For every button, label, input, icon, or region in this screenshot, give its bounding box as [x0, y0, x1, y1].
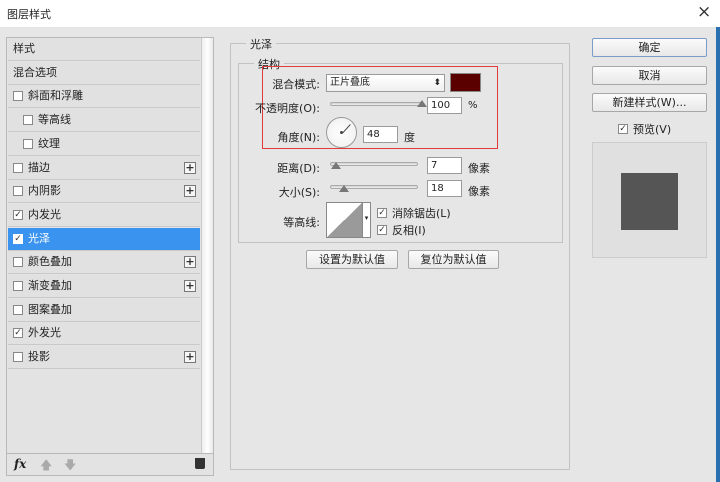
distance-slider-thumb[interactable] — [330, 162, 341, 169]
plus-icon[interactable]: + — [184, 161, 196, 174]
sidebar-item[interactable]: 投影 + — [8, 346, 200, 370]
contour-dropdown-icon[interactable]: ▾ — [363, 202, 371, 238]
sidebar-item-label: 样式 — [13, 42, 35, 55]
checkbox-icon: ✓ — [377, 225, 387, 235]
sidebar-item[interactable]: 渐变叠加 + — [8, 275, 200, 298]
checkbox-icon[interactable]: ✓ — [13, 233, 23, 244]
checkbox-icon[interactable] — [23, 115, 33, 126]
plus-icon[interactable]: + — [184, 185, 196, 198]
sidebar-item[interactable]: 样式 — [8, 38, 200, 61]
sidebar-item[interactable]: 内阴影 + — [8, 180, 200, 204]
opacity-label: 不透明度(O): — [255, 102, 320, 115]
sidebar-item-label: 内阴影 — [28, 184, 61, 198]
checkbox-icon[interactable] — [13, 162, 23, 173]
preview-box — [592, 142, 707, 258]
sidebar-item-label: 等高线 — [38, 113, 71, 127]
distance-input[interactable]: 7 — [427, 157, 462, 174]
angle-input[interactable]: 48 — [363, 126, 398, 143]
angle-label: 角度(N): — [277, 131, 320, 144]
angle-dial[interactable] — [326, 117, 357, 148]
blend-mode-label: 混合模式: — [272, 78, 320, 91]
checkbox-icon: ✓ — [618, 124, 628, 134]
size-label: 大小(S): — [278, 186, 320, 199]
style-list: 样式混合选项斜面和浮雕等高线纹理描边 + 内阴影 + ✓ 内发光 ✓ 光泽颜色叠加 + 渐变叠加 +… — [6, 37, 214, 476]
contour-picker[interactable] — [326, 202, 363, 238]
sidebar-item-label: 内发光 — [28, 207, 61, 221]
checkbox-icon[interactable] — [13, 186, 23, 197]
checkbox-icon[interactable] — [13, 281, 23, 291]
checkbox-icon[interactable] — [23, 138, 33, 149]
sidebar-item[interactable]: 纹理 — [8, 132, 200, 156]
opacity-unit: % — [468, 100, 478, 111]
angle-unit: 度 — [404, 131, 415, 144]
ok-button[interactable]: 确定 — [592, 38, 707, 57]
sidebar-item-label: 描边 — [28, 160, 50, 174]
sidebar-item-label: 颜色叠加 — [28, 255, 72, 269]
cancel-button[interactable]: 取消 — [592, 66, 707, 85]
sidebar-item-label: 光泽 — [28, 231, 50, 245]
distance-unit: 像素 — [468, 162, 490, 175]
preview-label: 预览(V) — [633, 123, 672, 136]
set-default-button[interactable]: 设置为默认值 — [306, 250, 398, 269]
size-unit: 像素 — [468, 185, 490, 198]
distance-slider[interactable] — [330, 162, 418, 166]
move-down-icon[interactable]: 🡇 — [64, 456, 76, 477]
fx-icon[interactable]: fx — [14, 457, 26, 471]
checkbox-icon[interactable] — [13, 257, 23, 268]
sidebar-item[interactable]: 斜面和浮雕 — [8, 85, 200, 109]
sidebar-item[interactable]: 描边 + — [8, 156, 200, 180]
preview-checkbox[interactable]: ✓ 预览(V) — [618, 121, 671, 137]
move-up-icon[interactable]: 🡅 — [40, 456, 52, 477]
list-toolbar: fx 🡅 🡇 — [7, 453, 213, 475]
close-icon[interactable]: × — [697, 2, 711, 22]
opacity-slider-thumb[interactable] — [417, 100, 427, 107]
checkbox-icon: ✓ — [377, 208, 387, 218]
sidebar-item-label: 外发光 — [28, 326, 61, 340]
title-bar: 图层样式 × — [0, 0, 720, 27]
checkbox-icon[interactable]: ✓ — [13, 209, 23, 220]
sidebar-item[interactable]: 图案叠加 — [8, 298, 200, 322]
sidebar-item[interactable]: 混合选项 — [8, 61, 200, 85]
anti-alias-label: 消除锯齿(L) — [392, 207, 451, 220]
plus-icon[interactable]: + — [184, 256, 196, 269]
invert-checkbox[interactable]: ✓ 反相(I) — [377, 222, 426, 238]
distance-label: 距离(D): — [277, 162, 320, 175]
scrollbar[interactable] — [201, 38, 213, 453]
size-input[interactable]: 18 — [427, 180, 462, 197]
sidebar-item-label: 混合选项 — [13, 65, 57, 79]
sidebar-item-label: 渐变叠加 — [28, 279, 72, 292]
anti-alias-checkbox[interactable]: ✓ 消除锯齿(L) — [377, 205, 451, 221]
checkbox-icon[interactable]: ✓ — [13, 328, 23, 339]
sidebar-item[interactable]: ✓ 外发光 — [8, 322, 200, 346]
group-title: 光泽 — [246, 36, 276, 52]
plus-icon[interactable]: + — [184, 351, 196, 364]
sidebar-item-label: 斜面和浮雕 — [28, 89, 83, 103]
checkbox-icon[interactable] — [13, 304, 23, 315]
new-style-button[interactable]: 新建样式(W)... — [592, 93, 707, 112]
opacity-slider[interactable] — [330, 102, 422, 106]
invert-label: 反相(I) — [392, 224, 426, 237]
size-slider-thumb[interactable] — [339, 185, 350, 192]
window-edge — [716, 27, 720, 482]
color-swatch[interactable] — [450, 73, 481, 92]
sidebar-item-label: 图案叠加 — [28, 302, 72, 316]
checkbox-icon[interactable] — [13, 91, 23, 102]
trash-icon[interactable] — [195, 458, 205, 469]
sidebar-item-label: 纹理 — [38, 136, 60, 150]
window-title: 图层样式 — [7, 8, 51, 21]
contour-label: 等高线: — [283, 216, 320, 229]
blend-mode-value: 正片叠底 — [330, 77, 370, 88]
updown-icon: ⬍ — [433, 78, 441, 88]
reset-default-button[interactable]: 复位为默认值 — [408, 250, 499, 269]
sidebar-item[interactable]: ✓ 内发光 — [8, 203, 200, 227]
sidebar-item[interactable]: ✓ 光泽 — [8, 227, 200, 251]
preview-thumbnail — [621, 173, 678, 230]
opacity-input[interactable]: 100 — [427, 97, 462, 114]
checkbox-icon[interactable] — [13, 352, 23, 363]
sidebar-item[interactable]: 颜色叠加 + — [8, 251, 200, 275]
sidebar-item[interactable]: 等高线 — [8, 109, 200, 133]
plus-icon[interactable]: + — [184, 280, 196, 292]
blend-mode-select[interactable]: 正片叠底 ⬍ — [326, 74, 445, 92]
sidebar-item-label: 投影 — [28, 350, 50, 364]
